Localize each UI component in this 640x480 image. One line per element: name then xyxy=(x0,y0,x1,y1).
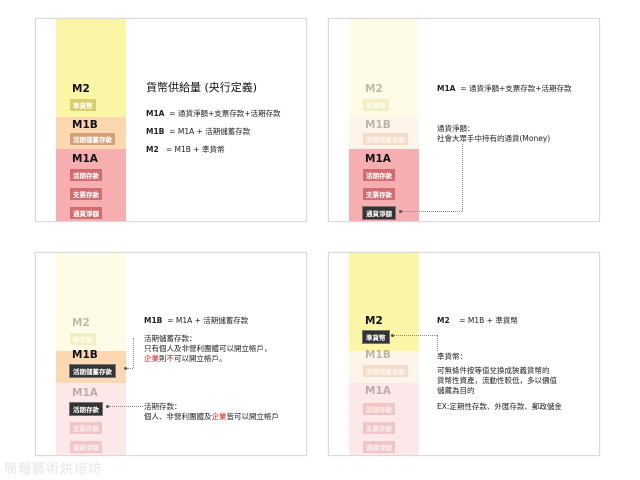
connector-line xyxy=(109,406,143,407)
m2-label: M2 xyxy=(72,317,90,329)
connector-line xyxy=(394,335,437,336)
slide-4[interactable]: M2 準貨幣 M1B 活期儲蓄存款 M1A 活期存款 支票存款 通貨淨額 M2 … xyxy=(328,252,600,456)
money-supply-column: M2 準貨幣 M1B 活期儲蓄存款 M1A 活期存款 支票存款 通貨淨額 xyxy=(56,253,126,455)
m2-label: M2 xyxy=(365,315,383,327)
currency-tag: 通貨淨額 xyxy=(70,441,102,453)
demand-deposit-tag: 活期存款 xyxy=(363,169,395,181)
quasi-money-tag: 準貨幣 xyxy=(70,99,96,111)
m1b-label: M1B xyxy=(72,119,98,131)
note-line3: 儲藏為目的 xyxy=(437,386,475,395)
def-m1b: M1B = M1A + 活期儲蓄存款 xyxy=(146,127,251,136)
m1b-label: M1B xyxy=(365,119,391,131)
quasi-money-tag-highlighted: 準貨幣 xyxy=(362,330,390,344)
quasi-money-tag: 準貨幣 xyxy=(363,99,389,111)
connector-line xyxy=(127,368,133,369)
m1a-label: M1A xyxy=(72,387,98,399)
currency-tag: 通貨淨額 xyxy=(70,207,102,219)
watermark-text: 簡報藝術烘焙坊 xyxy=(4,462,103,477)
m1b-label: M1B xyxy=(72,349,98,361)
m2-label: M2 xyxy=(72,83,90,95)
demand-deposit-tag-highlighted: 活期存款 xyxy=(69,402,103,416)
money-supply-column: M2 準貨幣 M1B 活期儲蓄存款 M1A 活期存款 支票存款 通貨淨額 xyxy=(349,19,419,221)
slide-1[interactable]: M2 準貨幣 M1B 活期儲蓄存款 M1A 活期存款 支票存款 通貨淨額 貨幣供… xyxy=(35,18,307,222)
check-deposit-tag: 支票存款 xyxy=(363,422,395,434)
passbook-savings-tag-highlighted: 活期儲蓄存款 xyxy=(69,364,116,378)
check-deposit-tag: 支票存款 xyxy=(363,188,395,200)
slide-3[interactable]: M2 準貨幣 M1B 活期儲蓄存款 M1A 活期存款 支票存款 通貨淨額 M1B… xyxy=(35,252,307,456)
currency-tag-highlighted: 通貨淨額 xyxy=(362,206,396,220)
connector-line xyxy=(462,144,463,211)
def-m1b: M1B = M1A + 活期儲蓄存款 xyxy=(144,316,249,325)
def-m2: M2 = M1B + 準貨幣 xyxy=(146,145,225,154)
slide-2[interactable]: M2 準貨幣 M1B 活期儲蓄存款 M1A 活期存款 支票存款 通貨淨額 M1A… xyxy=(328,18,600,222)
m1b-label: M1B xyxy=(365,349,391,361)
note-title: 準貨幣： xyxy=(437,352,467,361)
connector-line xyxy=(133,338,134,368)
def-m1a: M1A = 通貨淨額+支票存款+活期存款 xyxy=(437,84,572,93)
note-body: 社會大眾手中持有的通貨(Money) xyxy=(437,134,551,143)
demand-deposit-tag: 活期存款 xyxy=(363,403,395,415)
connector-line xyxy=(402,211,462,212)
money-supply-column: M2 準貨幣 M1B 活期儲蓄存款 M1A 活期存款 支票存款 通貨淨額 xyxy=(349,253,419,455)
money-supply-column: M2 準貨幣 M1B 活期儲蓄存款 M1A 活期存款 支票存款 通貨淨額 xyxy=(56,19,126,221)
m1a-label: M1A xyxy=(365,153,391,165)
passbook-savings-tag: 活期儲蓄存款 xyxy=(363,133,408,145)
def-m1a: M1A = 通貨淨額+支票存款+活期存款 xyxy=(146,109,281,118)
passbook-savings-tag: 活期儲蓄存款 xyxy=(363,365,408,377)
currency-tag: 通貨淨額 xyxy=(363,441,395,453)
connector-line xyxy=(437,335,438,351)
note1-line2: 企業則不可以開立帳戶。 xyxy=(144,354,227,363)
m1a-label: M1A xyxy=(365,385,391,397)
check-deposit-tag: 支票存款 xyxy=(70,422,102,434)
slide-title: 貨幣供給量 (央行定義) xyxy=(146,81,258,94)
note-line4: EX:定期性存款、外匯存款、郵政儲金 xyxy=(437,402,562,411)
m1a-label: M1A xyxy=(72,153,98,165)
note2-body: 個人、非營利團體及企業皆可以開立帳戶 xyxy=(144,412,279,421)
quasi-money-tag: 準貨幣 xyxy=(70,333,96,345)
check-deposit-tag: 支票存款 xyxy=(70,188,102,200)
demand-deposit-tag: 活期存款 xyxy=(70,169,102,181)
m2-label: M2 xyxy=(365,83,383,95)
def-m2: M2 = M1B + 準貨幣 xyxy=(437,316,518,325)
passbook-savings-tag: 活期儲蓄存款 xyxy=(70,133,115,145)
